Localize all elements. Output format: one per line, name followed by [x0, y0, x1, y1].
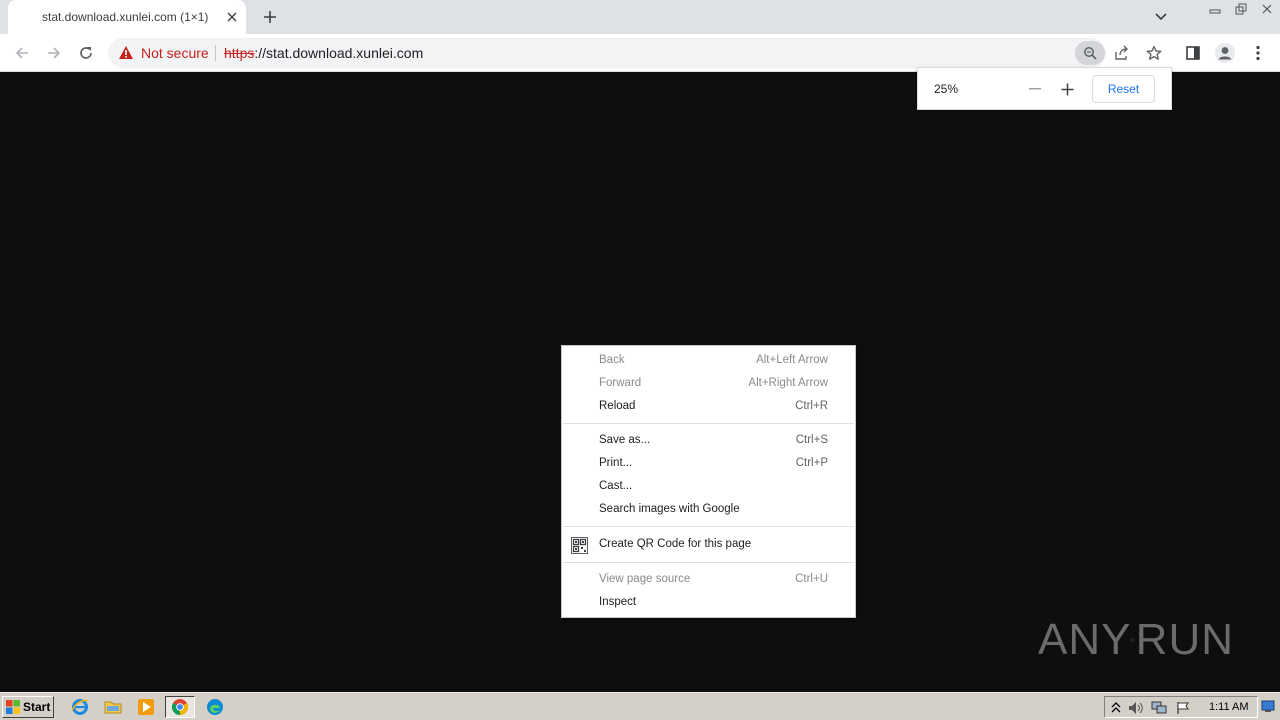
show-desktop-icon[interactable] — [1261, 699, 1275, 713]
side-panel-icon[interactable] — [1180, 40, 1206, 66]
menu-item-create-qr-code[interactable]: Create QR Code for this page — [562, 534, 855, 557]
menu-item-shortcut: Ctrl+U — [795, 573, 828, 585]
tab-title: stat.download.xunlei.com (1×1) — [42, 10, 209, 24]
zoom-magnifier-icon[interactable] — [1075, 41, 1105, 65]
watermark-text-left: ANY — [1038, 615, 1132, 664]
window-controls — [1202, 0, 1280, 18]
menu-item-cast[interactable]: Cast... — [562, 476, 855, 499]
menu-item-forward[interactable]: Forward Alt+Right Arrow — [562, 373, 855, 396]
tab-search-chevron-down-icon[interactable] — [1150, 6, 1172, 28]
start-label: Start — [23, 700, 51, 714]
menu-separator — [563, 562, 854, 563]
context-menu: Back Alt+Left Arrow Forward Alt+Right Ar… — [561, 345, 856, 618]
profile-avatar-icon[interactable] — [1212, 40, 1238, 66]
security-status-label[interactable]: Not secure — [141, 45, 209, 61]
menu-item-back[interactable]: Back Alt+Left Arrow — [562, 350, 855, 373]
more-menu-kebab-icon[interactable] — [1245, 40, 1271, 66]
menu-item-inspect[interactable]: Inspect — [562, 592, 855, 615]
windows-flag-icon — [6, 700, 20, 714]
menu-item-shortcut: Ctrl+S — [795, 434, 828, 446]
menu-item-label: View page source — [599, 573, 691, 585]
menu-item-label: Print... — [599, 457, 633, 469]
zoom-out-minus-icon[interactable] — [1024, 78, 1046, 100]
action-center-flag-icon[interactable] — [1175, 700, 1191, 716]
address-bar[interactable]: Not secure https://stat.download.xunlei.… — [108, 38, 1162, 68]
new-tab-plus-icon[interactable] — [258, 6, 282, 28]
menu-separator — [563, 423, 854, 424]
menu-item-label: Cast... — [599, 480, 633, 492]
menu-item-reload[interactable]: Reload Ctrl+R — [562, 396, 855, 419]
watermark-text-right: RUN — [1135, 615, 1234, 664]
menu-item-view-page-source[interactable]: View page source Ctrl+U — [562, 569, 855, 592]
tab-strip: stat.download.xunlei.com (1×1) — [0, 0, 1280, 34]
system-tray: 1:11 AM — [1104, 696, 1258, 718]
ie-icon[interactable] — [69, 697, 91, 717]
menu-item-label: Create QR Code for this page — [599, 538, 752, 550]
url-host: ://stat.download.xunlei.com — [254, 45, 424, 61]
menu-item-shortcut: Ctrl+R — [795, 400, 828, 412]
forward-arrow-icon[interactable] — [41, 40, 67, 66]
explorer-folder-icon[interactable] — [102, 697, 124, 717]
windows-taskbar: Start 1:11 AM — [0, 692, 1280, 720]
network-icon[interactable] — [1151, 700, 1167, 716]
menu-item-label: Inspect — [599, 596, 637, 608]
start-button[interactable]: Start — [2, 696, 54, 718]
qr-code-icon — [571, 537, 588, 554]
reload-icon[interactable] — [73, 40, 99, 66]
zoom-reset-button[interactable]: Reset — [1092, 75, 1155, 103]
menu-item-save-as[interactable]: Save as... Ctrl+S — [562, 430, 855, 453]
menu-item-label: Save as... — [599, 434, 651, 446]
minimize-icon[interactable] — [1202, 0, 1228, 18]
zoom-popup: 25% Reset — [917, 67, 1172, 110]
menu-item-label: Search images with Google — [599, 503, 740, 515]
chrome-icon[interactable] — [165, 696, 195, 718]
clock[interactable]: 1:11 AM — [1209, 701, 1249, 713]
menu-item-shortcut: Ctrl+P — [795, 457, 828, 469]
warning-triangle-icon[interactable] — [118, 45, 134, 61]
menu-item-shortcut: Alt+Left Arrow — [756, 354, 828, 366]
volume-speaker-icon[interactable] — [1128, 700, 1144, 716]
omnibox-divider — [215, 45, 216, 61]
edge-icon[interactable] — [204, 697, 226, 717]
menu-separator — [563, 526, 854, 527]
media-player-icon[interactable] — [135, 697, 157, 717]
back-arrow-icon[interactable] — [9, 40, 35, 66]
browser-tab-active[interactable]: stat.download.xunlei.com (1×1) — [8, 0, 246, 34]
close-tab-icon[interactable] — [224, 9, 240, 25]
zoom-level: 25% — [934, 82, 959, 96]
url-text[interactable]: https://stat.download.xunlei.com — [224, 45, 423, 61]
zoom-in-plus-icon[interactable] — [1056, 78, 1078, 100]
menu-item-label: Reload — [599, 400, 636, 412]
menu-item-label: Back — [599, 354, 625, 366]
restore-icon[interactable] — [1228, 0, 1254, 18]
menu-item-label: Forward — [599, 377, 642, 389]
url-scheme: https — [224, 45, 255, 61]
share-icon[interactable] — [1109, 41, 1135, 65]
bookmark-star-icon[interactable] — [1141, 41, 1167, 65]
anyrun-watermark: ANY RUN — [1038, 608, 1234, 672]
close-window-icon[interactable] — [1254, 0, 1280, 18]
menu-item-print[interactable]: Print... Ctrl+P — [562, 453, 855, 476]
menu-item-search-images[interactable]: Search images with Google — [562, 499, 855, 522]
menu-item-shortcut: Alt+Right Arrow — [748, 377, 828, 389]
tray-expand-chevron-up-icon[interactable] — [1108, 700, 1124, 716]
